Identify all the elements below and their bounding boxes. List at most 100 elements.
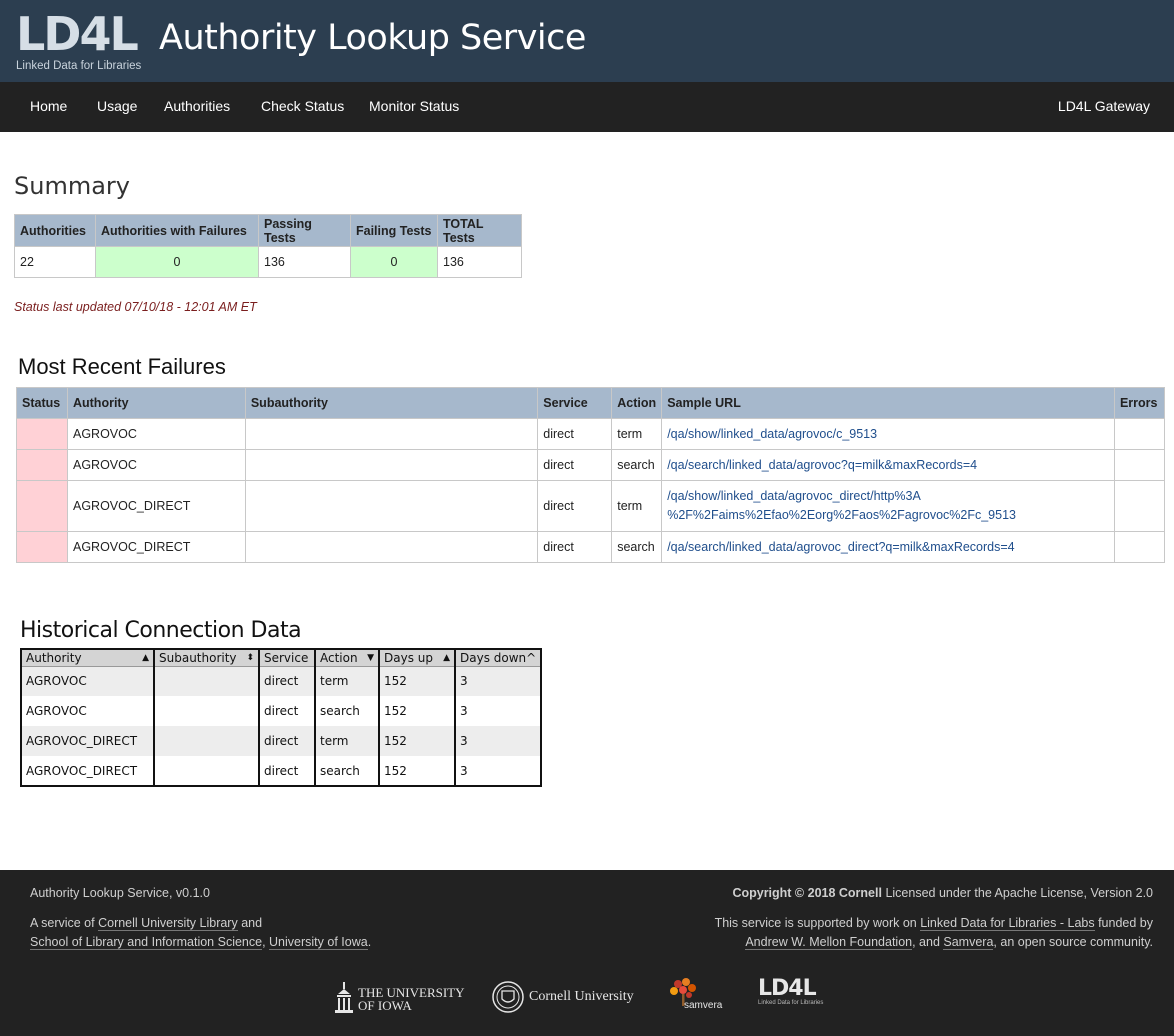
license-text: Licensed under the Apache License, Versi… <box>881 886 1153 900</box>
summary-heading: Summary <box>14 172 130 200</box>
hist-service: direct <box>258 696 315 726</box>
summary-failures-value: 0 <box>95 246 259 278</box>
footer-version: Authority Lookup Service, v0.1.0 <box>30 886 210 900</box>
hist-days-up: 152 <box>378 756 455 786</box>
hist-authority: AGROVOC_DIRECT <box>26 763 138 778</box>
sort-asc-icon[interactable]: ▲ <box>443 653 450 663</box>
url-line-1: /qa/show/linked_data/agrovoc_direct/http… <box>667 489 921 503</box>
sort-desc-icon[interactable]: ▼ <box>367 653 374 663</box>
failure-authority: AGROVOC_DIRECT <box>66 531 246 563</box>
summary-header-total: TOTAL Tests <box>437 214 522 247</box>
hist-service: direct <box>258 726 315 756</box>
samvera-link[interactable]: Samvera <box>943 935 994 950</box>
hist-header-days-up[interactable]: Days up ▲ <box>378 649 455 667</box>
failure-sample-url-link[interactable]: /qa/search/linked_data/agrovoc?q=milk&ma… <box>667 458 977 472</box>
hist-service: direct <box>258 756 315 786</box>
hist-action: term <box>314 726 379 756</box>
ld4l-footer-sub: Linked Data for Libraries <box>758 1000 824 1006</box>
ld4l-footer-logo[interactable]: LD4L Linked Data for Libraries <box>758 978 824 1007</box>
ld4l-labs-link[interactable]: Linked Data for Libraries - Labs <box>920 916 1095 931</box>
hist-service: direct <box>258 666 315 696</box>
hist-header-days-up-label: Days up <box>384 650 433 665</box>
nav-check-status[interactable]: Check Status <box>261 98 344 114</box>
summary-passing-value: 136 <box>258 246 351 278</box>
hist-header-action[interactable]: Action ▼ <box>314 649 379 667</box>
old-capitol-icon <box>335 982 353 1013</box>
summary-table: Authorities Authorities with Failures Pa… <box>14 214 522 278</box>
hist-subauthority <box>153 666 259 696</box>
failure-authority: AGROVOC <box>66 418 246 450</box>
mellon-foundation-link[interactable]: Andrew W. Mellon Foundation <box>745 935 913 950</box>
failures-header-action: Action <box>611 387 663 419</box>
nav-monitor-status[interactable]: Monitor Status <box>369 98 459 114</box>
sort-asc-icon[interactable]: ▲ <box>142 653 149 663</box>
hist-action: term <box>314 666 379 696</box>
failure-service: direct <box>537 531 613 563</box>
nav-authorities[interactable]: Authorities <box>164 98 230 114</box>
failure-subauthority <box>244 480 539 532</box>
hist-header-service[interactable]: Service <box>258 649 315 667</box>
hist-subauthority <box>153 726 259 756</box>
cornell-logo-text: Cornell University <box>529 989 634 1004</box>
failure-action: search <box>611 449 663 481</box>
summary-authorities-value: 22 <box>14 246 96 278</box>
hist-header-authority-label: Authority <box>26 650 82 665</box>
service-prefix: A service of <box>30 916 99 930</box>
failure-subauthority <box>244 531 539 563</box>
hist-authority: AGROVOC <box>26 704 87 718</box>
table-row: AGROVOC direct search /qa/search/linked_… <box>16 449 1166 481</box>
failure-sample-url-cell: /qa/show/linked_data/agrovoc_direct/http… <box>661 480 1115 532</box>
failures-heading: Most Recent Failures <box>18 354 226 379</box>
iowa-logo-line2: OF IOWA <box>358 998 412 1013</box>
copyright-text: Copyright © 2018 Cornell <box>732 886 882 900</box>
failure-status-indicator <box>16 480 68 532</box>
summary-header-failures: Authorities with Failures <box>95 214 259 247</box>
nav-usage[interactable]: Usage <box>97 98 137 114</box>
failure-errors <box>1113 531 1166 563</box>
table-row: AGROVOC direct term 152 3 <box>21 666 542 696</box>
status-last-updated: Status last updated 07/10/18 - 12:01 AM … <box>14 300 257 314</box>
hist-days-up: 152 <box>378 726 455 756</box>
logo-subtitle: Linked Data for Libraries <box>16 60 142 72</box>
hist-header-days-down-label: Days down^ <box>460 650 537 665</box>
hist-subauthority <box>153 696 259 726</box>
failure-sample-url-link[interactable]: /qa/show/linked_data/agrovoc_direct/http… <box>667 489 1016 522</box>
hist-header-subauthority-label: Subauthority <box>159 650 237 665</box>
footer-copyright: Copyright © 2018 Cornell Licensed under … <box>732 886 1153 900</box>
failure-sample-url-link[interactable]: /qa/search/linked_data/agrovoc_direct?q=… <box>667 540 1014 554</box>
university-of-iowa-link[interactable]: University of Iowa <box>269 935 368 950</box>
site-header: LD4L Linked Data for Libraries Authority… <box>0 0 1174 82</box>
failures-header-service: Service <box>537 387 613 419</box>
hist-header-action-label: Action <box>320 650 358 665</box>
table-row: AGROVOC_DIRECT direct term 152 3 <box>21 726 542 756</box>
failures-header-sample-url: Sample URL <box>661 387 1115 419</box>
partner-logos: THE UNIVERSITY OF IOWA Cornell Universit… <box>334 978 834 1020</box>
hist-header-subauthority[interactable]: Subauthority ⬍ <box>153 649 259 667</box>
historical-heading: Historical Connection Data <box>20 618 302 643</box>
slis-link[interactable]: School of Library and Information Scienc… <box>30 935 263 950</box>
sort-both-icon[interactable]: ⬍ <box>246 653 254 663</box>
failure-subauthority <box>244 449 539 481</box>
logo-mark: LD4L <box>16 7 139 61</box>
failure-service: direct <box>537 418 613 450</box>
ld4l-logo[interactable]: LD4L Linked Data for Libraries <box>16 7 142 74</box>
funded-by-text: funded by <box>1094 916 1153 930</box>
main-nav: Home Usage Authorities Check Status Moni… <box>0 82 1174 132</box>
table-row: AGROVOC_DIRECT direct search 152 3 <box>21 756 542 786</box>
failure-sample-url-link[interactable]: /qa/show/linked_data/agrovoc/c_9513 <box>667 427 877 441</box>
hist-header-days-down[interactable]: Days down^ <box>453 649 542 667</box>
hist-days-down: 3 <box>453 666 542 696</box>
failure-action: term <box>611 418 663 450</box>
support-prefix: This service is supported by work on <box>714 916 921 930</box>
failure-action: search <box>611 531 663 563</box>
hist-days-down: 3 <box>453 696 542 726</box>
nav-home[interactable]: Home <box>30 98 67 114</box>
failure-action: term <box>611 480 663 532</box>
hist-header-authority[interactable]: Authority ▲ <box>21 649 154 667</box>
failure-authority: AGROVOC_DIRECT <box>66 480 246 532</box>
support-suffix: , an open source community. <box>993 935 1153 949</box>
hist-action: search <box>314 696 379 726</box>
nav-ld4l-gateway[interactable]: LD4L Gateway <box>1058 98 1150 114</box>
cornell-library-link[interactable]: Cornell University Library <box>98 916 238 931</box>
hist-days-up: 152 <box>378 666 455 696</box>
